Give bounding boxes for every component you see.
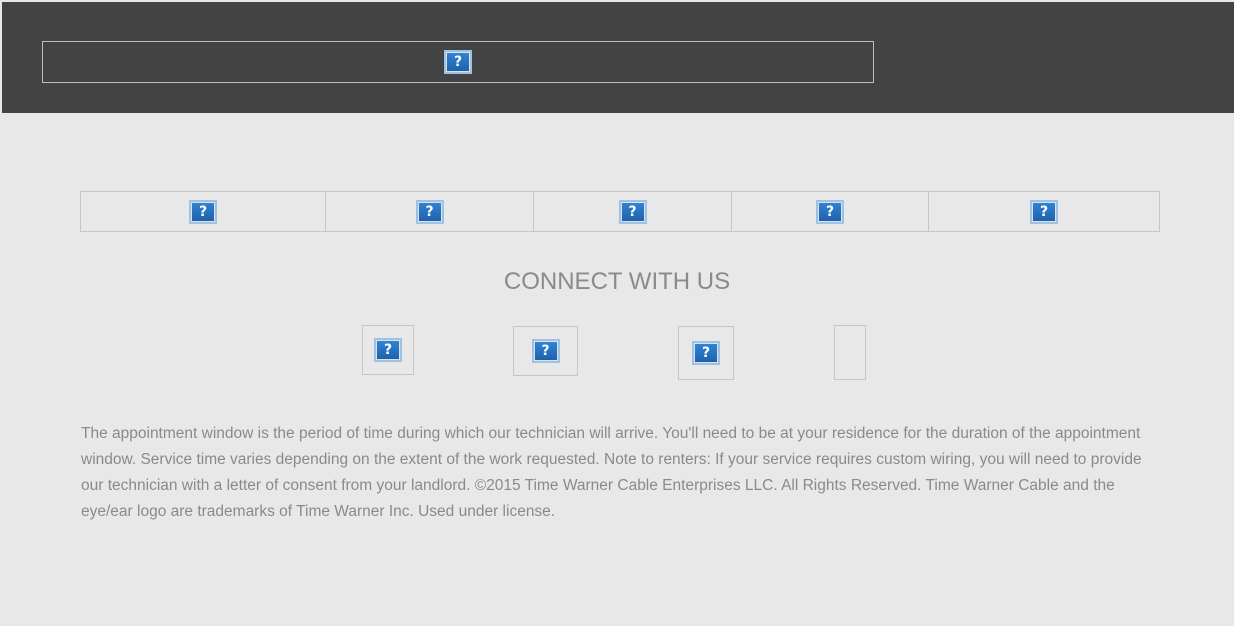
broken-image-glyph: ? — [628, 203, 637, 220]
broken-image-glyph: ? — [701, 345, 711, 361]
page: ? ? ? ? ? ? CONNECT WITH US ? ? ? The ap… — [0, 0, 1234, 626]
legal-disclaimer: The appointment window is the period of … — [81, 425, 1142, 520]
broken-image-icon: ? — [531, 339, 560, 363]
broken-image-icon: ? — [692, 341, 720, 365]
nav-item-1[interactable]: ? — [81, 192, 326, 231]
broken-image-icon: ? — [816, 199, 844, 224]
broken-image-icon: ? — [618, 199, 647, 224]
broken-image-glyph: ? — [198, 203, 208, 220]
broken-image-glyph: ? — [453, 54, 463, 70]
broken-image-icon: ? — [374, 338, 402, 362]
nav-item-3[interactable]: ? — [534, 192, 732, 231]
social-link-1[interactable]: ? — [362, 325, 414, 375]
broken-image-icon: ? — [415, 199, 444, 224]
header-banner-link[interactable]: ? — [42, 41, 874, 83]
broken-image-glyph: ? — [541, 343, 550, 359]
social-link-2[interactable]: ? — [513, 326, 578, 376]
connect-with-us-heading: CONNECT WITH US — [503, 268, 731, 295]
nav-item-4[interactable]: ? — [732, 192, 929, 231]
header-bar: ? — [2, 2, 1234, 113]
social-link-4[interactable] — [834, 325, 866, 380]
nav-bar: ? ? ? ? ? — [80, 191, 1160, 232]
broken-image-icon: ? — [1030, 199, 1058, 224]
nav-item-2[interactable]: ? — [326, 192, 534, 231]
broken-image-icon: ? — [444, 50, 472, 74]
social-link-3[interactable]: ? — [678, 326, 734, 380]
broken-image-icon: ? — [189, 199, 217, 224]
broken-image-glyph: ? — [425, 203, 434, 220]
broken-image-glyph: ? — [825, 203, 835, 220]
nav-item-5[interactable]: ? — [929, 192, 1159, 231]
broken-image-glyph: ? — [383, 342, 393, 358]
broken-image-glyph: ? — [1039, 203, 1049, 220]
